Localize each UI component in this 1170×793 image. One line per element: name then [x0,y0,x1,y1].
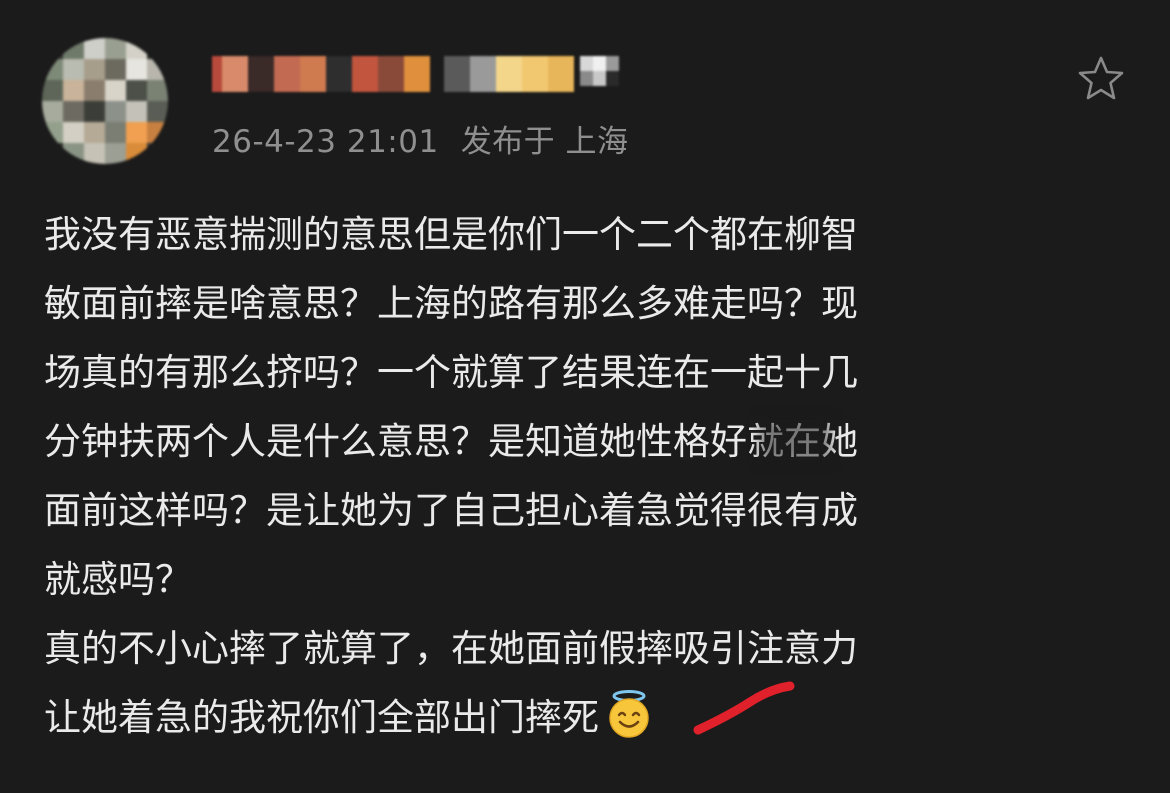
user-badge-redacted [580,56,620,86]
post-timestamp: 26-4-23 21:01 [212,124,439,160]
smiling-face-with-halo-emoji [609,690,649,738]
avatar[interactable] [42,38,168,164]
text-line: 敏面前摔是啥意思？上海的路有那么多难走吗？现 [44,282,858,325]
text-line: 面前这样吗？是让她为了自己担心着急觉得很有成 [44,489,858,532]
text-line: 分钟扶两个人是什么意思？是知道她性格好就在她 [44,420,858,463]
post-paragraph-1: 我没有恶意揣测的意思但是你们一个二个都在柳智 敏面前摔是啥意思？上海的路有那么多… [44,200,1134,614]
star-outline-icon[interactable] [1076,54,1126,104]
post-location: 上海 [565,124,629,160]
location-prefix: 发布于 [460,124,556,160]
text-line: 让她着急的我祝你们全部出门摔死 [44,696,599,739]
text-line: 就感吗？ [44,558,192,601]
text-line: 真的不小心摔了就算了，在她面前假摔吸引注意力 [44,627,858,670]
text-line: 场真的有那么挤吗？一个就算了结果连在一起十几 [44,351,858,394]
post-card: 26-4-23 21:01 发布于 上海 我没有恶意揣测的意思但是你们一个二个都在… [0,0,1170,793]
post-body: 我没有恶意揣测的意思但是你们一个二个都在柳智 敏面前摔是啥意思？上海的路有那么多… [44,200,1134,752]
text-line: 我没有恶意揣测的意思但是你们一个二个都在柳智 [44,213,858,256]
username-redacted[interactable] [212,56,574,92]
redacted-text-overlay [760,418,830,462]
post-paragraph-2: 真的不小心摔了就算了，在她面前假摔吸引注意力 让她着急的我祝你们全部出门摔死 [44,614,1134,752]
post-meta: 26-4-23 21:01 发布于 上海 [212,116,629,161]
